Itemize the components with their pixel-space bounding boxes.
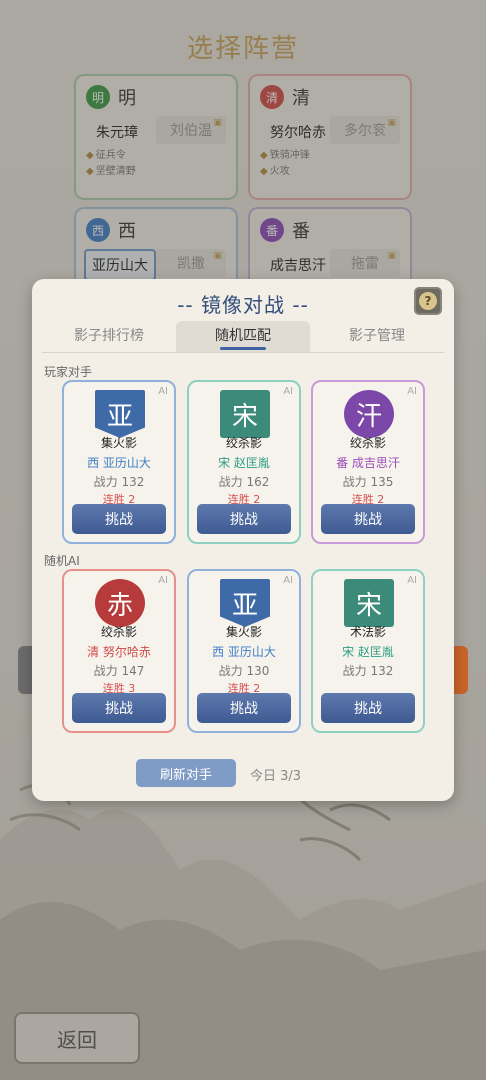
combat-power: 战力 135 (342, 475, 394, 489)
combat-power: 战力 132 (93, 475, 145, 489)
tab-shadow-ranking[interactable]: 影子排行榜 (42, 321, 176, 352)
combat-power: 战力 132 (342, 664, 394, 678)
tab-bar: 影子排行榜 随机匹配 影子管理 (42, 321, 444, 353)
daily-refresh-count: 今日 3/3 (250, 769, 302, 784)
ai-tag: AI (283, 386, 293, 397)
faction-emblem-icon: 赤 (95, 579, 145, 627)
combat-power: 战力 130 (218, 664, 270, 678)
faction-emblem-icon: 亚 (95, 390, 145, 438)
faction-emblem-icon: 宋 (344, 579, 394, 627)
help-button[interactable]: ? (414, 287, 442, 315)
shadow-name: 集火影 (225, 625, 262, 639)
faction-leader: 宋 赵匡胤 (218, 456, 270, 470)
combat-power: 战力 147 (93, 664, 145, 678)
challenge-button[interactable]: 挑战 (72, 693, 166, 723)
opponent-card: AI 汗绞杀影番 成吉思汗 战力 135 连胜 2 挑战 (311, 380, 425, 544)
challenge-button[interactable]: 挑战 (321, 504, 415, 534)
opponent-card: AI 宋术法影宋 赵匡胤战力 132 挑战 (311, 569, 425, 733)
ai-tag: AI (407, 575, 417, 586)
tab-shadow-management[interactable]: 影子管理 (310, 321, 444, 352)
opponent-card: AI 赤绞杀影清 努尔哈赤 战力 147 连胜 3 挑战 (62, 569, 176, 733)
section-label: 玩家对手 (44, 365, 93, 379)
faction-leader: 宋 赵匡胤 (342, 645, 394, 659)
challenge-button[interactable]: 挑战 (197, 504, 291, 534)
challenge-button[interactable]: 挑战 (72, 504, 166, 534)
shadow-name: 术法影 (349, 625, 386, 639)
faction-emblem-icon: 亚 (220, 579, 270, 627)
ai-tag: AI (158, 386, 168, 397)
faction-leader: 西 亚历山大 (212, 645, 276, 659)
challenge-button[interactable]: 挑战 (321, 693, 415, 723)
opponent-card: AI 亚集火影西 亚历山大 战力 132 连胜 2 挑战 (62, 380, 176, 544)
modal-title: -- 镜像对战 -- (177, 293, 309, 317)
opponent-card: AI 亚集火影西 亚历山大 战力 130 连胜 2 挑战 (187, 569, 301, 733)
question-icon: ? (419, 292, 437, 310)
shadow-name: 绞杀影 (100, 625, 137, 639)
shadow-name: 集火影 (100, 436, 137, 450)
faction-leader: 清 努尔哈赤 (87, 645, 151, 659)
ai-tag: AI (407, 386, 417, 397)
faction-emblem-icon: 宋 (220, 390, 270, 438)
shadow-name: 绞杀影 (225, 436, 262, 450)
ai-tag: AI (158, 575, 168, 586)
opponent-card: AI 宋绞杀影宋 赵匡胤 战力 162 连胜 2 挑战 (187, 380, 301, 544)
faction-emblem-icon: 汗 (344, 390, 394, 438)
challenge-button[interactable]: 挑战 (197, 693, 291, 723)
side-handle-right (452, 646, 468, 694)
tab-random-match[interactable]: 随机匹配 (176, 321, 310, 352)
mirror-battle-modal: -- 镜像对战 -- ? 影子排行榜 随机匹配 影子管理 玩家对手 AI 亚集火影西 亚… (32, 279, 454, 801)
faction-leader: 西 亚历山大 (87, 456, 151, 470)
combat-power: 战力 162 (218, 475, 270, 489)
section-label: 随机AI (44, 554, 80, 568)
ai-tag: AI (283, 575, 293, 586)
faction-leader: 番 成吉思汗 (336, 456, 400, 470)
shadow-name: 绞杀影 (349, 436, 386, 450)
refresh-opponents-button[interactable]: 刷新对手 (136, 759, 236, 787)
